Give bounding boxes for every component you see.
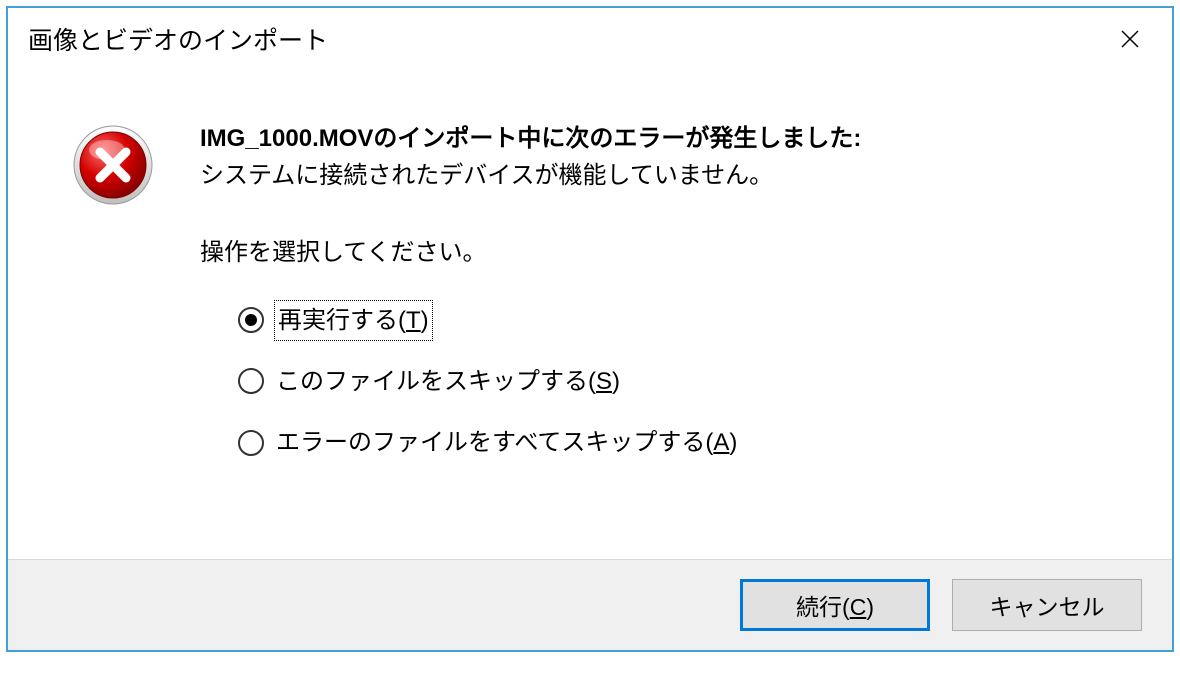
dialog-title: 画像とビデオのインポート — [28, 21, 328, 57]
error-icon — [72, 124, 154, 206]
error-message-line1: IMG_1000.MOVのインポート中に次のエラーが発生しました: — [200, 120, 1142, 157]
option-skip-file[interactable]: このファイルをスキップする(S) — [238, 363, 1142, 400]
option-skip-all-label: エラーのファイルをすべてスキップする(A) — [276, 424, 737, 461]
error-after-filename: のインポート中に次のエラーが発生しました: — [373, 125, 861, 152]
option-skip-all[interactable]: エラーのファイルをすべてスキップする(A) — [238, 424, 1142, 461]
options-group: 再実行する(T) このファイルをスキップする(S) エラーのファイルをすべてスキ… — [200, 302, 1142, 462]
titlebar: 画像とビデオのインポート — [8, 8, 1172, 70]
radio-retry[interactable] — [238, 307, 264, 333]
radio-skip-file[interactable] — [238, 368, 264, 394]
icon-column — [72, 120, 162, 539]
option-skip-file-label: このファイルをスキップする(S) — [276, 363, 620, 400]
continue-button-label: 続行(C) — [796, 588, 874, 622]
action-prompt: 操作を選択してください。 — [200, 234, 1142, 271]
dialog-footer: 続行(C) キャンセル — [8, 559, 1172, 650]
continue-button[interactable]: 続行(C) — [740, 579, 930, 631]
option-retry[interactable]: 再実行する(T) — [238, 302, 1142, 339]
dialog-body: IMG_1000.MOVのインポート中に次のエラーが発生しました: システムに接… — [8, 70, 1172, 559]
close-button[interactable] — [1110, 19, 1150, 59]
radio-skip-all[interactable] — [238, 430, 264, 456]
message-column: IMG_1000.MOVのインポート中に次のエラーが発生しました: システムに接… — [162, 120, 1142, 539]
error-message-line2: システムに接続されたデバイスが機能していません。 — [200, 157, 1142, 194]
cancel-button-label: キャンセル — [990, 588, 1105, 622]
option-retry-label: 再実行する(T) — [276, 302, 431, 339]
import-error-dialog: 画像とビデオのインポート — [6, 6, 1174, 652]
error-filename: IMG_1000.MOV — [200, 125, 373, 152]
cancel-button[interactable]: キャンセル — [952, 579, 1142, 631]
close-icon — [1120, 29, 1140, 49]
